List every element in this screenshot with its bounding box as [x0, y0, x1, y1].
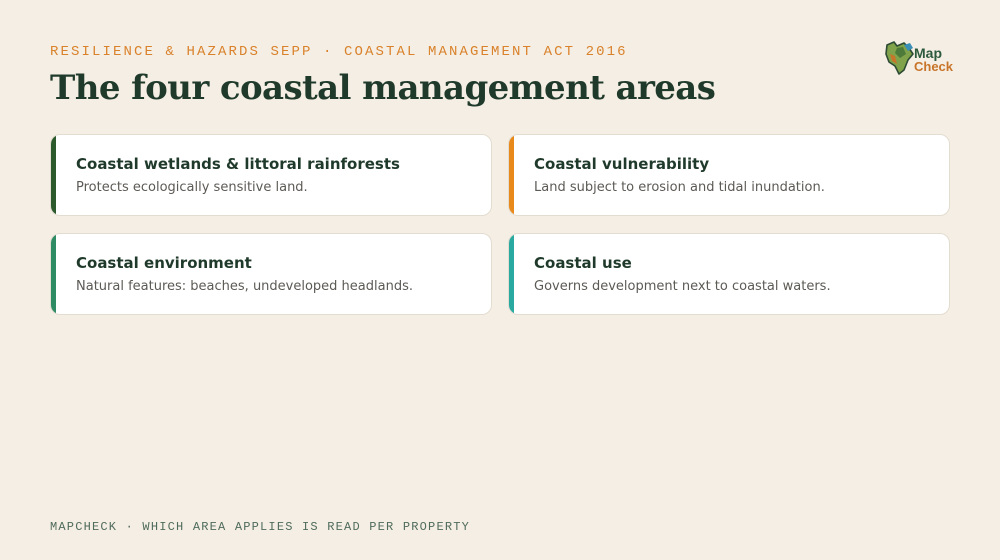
card-description: Natural features: beaches, undeveloped h… — [76, 279, 413, 294]
card-description: Protects ecologically sensitive land. — [76, 180, 308, 195]
card-title: Coastal vulnerability — [534, 155, 710, 173]
card-accent-bar — [509, 135, 514, 215]
card-coastal-use: Coastal use Governs development next to … — [508, 233, 950, 315]
card-coastal-wetlands: Coastal wetlands & littoral rainforests … — [50, 134, 492, 216]
card-accent-bar — [51, 234, 56, 314]
card-description: Governs development next to coastal wate… — [534, 279, 831, 294]
card-description: Land subject to erosion and tidal inunda… — [534, 180, 825, 195]
card-title: Coastal wetlands & littoral rainforests — [76, 155, 400, 173]
page-title: The four coastal management areas — [50, 68, 716, 108]
card-title: Coastal use — [534, 254, 632, 272]
card-coastal-environment: Coastal environment Natural features: be… — [50, 233, 492, 315]
card-title: Coastal environment — [76, 254, 252, 272]
footer-note: MAPCHECK · WHICH AREA APPLIES IS READ PE… — [50, 520, 471, 534]
map-pin-icon — [885, 41, 914, 75]
card-coastal-vulnerability: Coastal vulnerability Land subject to er… — [508, 134, 950, 216]
card-accent-bar — [51, 135, 56, 215]
logo-text-check: Check — [914, 59, 954, 74]
mapcheck-logo: Map Check — [884, 40, 954, 76]
card-accent-bar — [509, 234, 514, 314]
eyebrow-label: RESILIENCE & HAZARDS SEPP · COASTAL MANA… — [50, 44, 628, 60]
